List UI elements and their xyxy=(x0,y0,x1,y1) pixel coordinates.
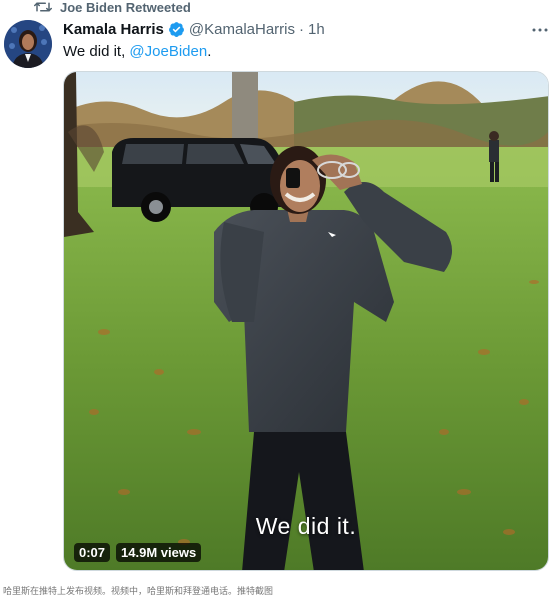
more-icon[interactable] xyxy=(532,24,548,38)
tweet[interactable]: Joe Biden Retweeted Kamala Harris @Kamal… xyxy=(0,0,550,580)
tweet-text: We did it, @JoeBiden. xyxy=(63,43,211,60)
header-separator: · xyxy=(299,21,304,38)
avatar[interactable] xyxy=(4,20,52,68)
video-meta: 0:07 14.9M views xyxy=(74,543,202,562)
page-caption: 哈里斯在推特上发布视频。视频中，哈里斯和拜登通电话。推特截图 xyxy=(3,586,274,596)
retweet-icon xyxy=(34,2,52,12)
retweet-context: Joe Biden Retweeted xyxy=(34,0,191,15)
profile-photo xyxy=(4,20,52,68)
video-player[interactable]: We did it. 0:07 14.9M views xyxy=(63,71,549,571)
tweet-header: Kamala Harris @KamalaHarris · 1h xyxy=(63,21,325,38)
video-view-count: 14.9M views xyxy=(116,543,202,562)
tweet-text-suffix: . xyxy=(207,43,212,60)
retweet-label[interactable]: Joe Biden Retweeted xyxy=(60,0,191,15)
tweet-timestamp[interactable]: 1h xyxy=(308,21,325,38)
author-handle[interactable]: @KamalaHarris xyxy=(189,21,295,38)
verified-badge-icon xyxy=(168,22,184,37)
video-duration: 0:07 xyxy=(74,543,111,562)
tweet-text-prefix: We did it, xyxy=(63,43,130,60)
mention-link[interactable]: @JoeBiden xyxy=(129,43,207,60)
author-name[interactable]: Kamala Harris xyxy=(63,21,164,38)
video-frame xyxy=(64,72,548,570)
video-caption: We did it. xyxy=(255,513,357,539)
